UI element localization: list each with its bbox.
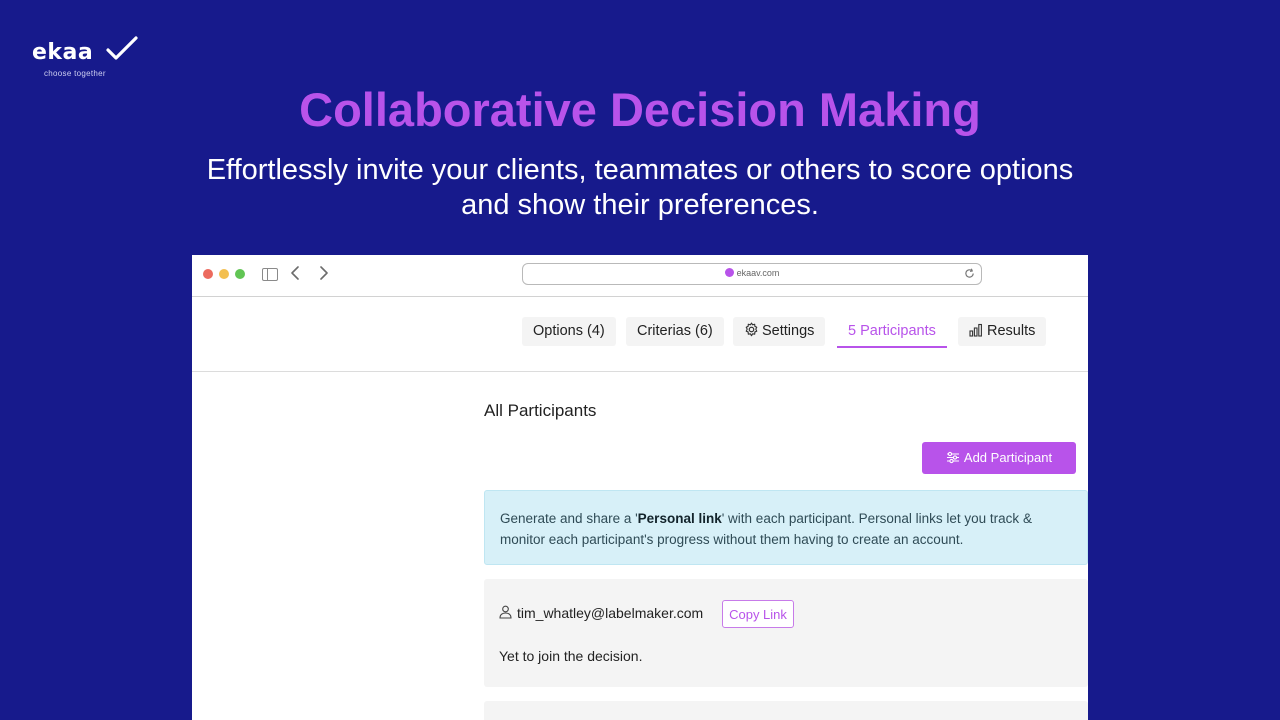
- hero-subtitle: Effortlessly invite your clients, teamma…: [206, 154, 1074, 221]
- participant-card: [484, 701, 1088, 720]
- tab-label: Options (4): [533, 323, 605, 339]
- info-text-start: Generate and share a ': [500, 511, 638, 526]
- decision-tabs: Options (4) Criterias (6) Settings 5 Par…: [192, 298, 1088, 372]
- gear-icon: [745, 322, 758, 337]
- tab-label: Settings: [762, 323, 815, 339]
- address-bar[interactable]: ekaav.com: [522, 263, 982, 285]
- tab-options[interactable]: Options (4): [522, 317, 616, 346]
- tab-participants[interactable]: 5 Participants: [837, 317, 947, 348]
- tab-label: Results: [987, 323, 1036, 339]
- url-text: ekaav.com: [736, 268, 780, 278]
- logo-tagline: choose together: [44, 69, 106, 78]
- logo-wordmark: ekaa: [32, 40, 94, 65]
- tab-label: Criterias (6): [637, 323, 713, 339]
- forward-arrow-icon[interactable]: [319, 266, 329, 280]
- reload-icon[interactable]: [964, 268, 975, 279]
- tab-label: 5 Participants: [848, 323, 936, 339]
- minimize-window-dot[interactable]: [219, 269, 229, 279]
- sliders-icon: [946, 451, 959, 464]
- site-favicon-icon: [724, 268, 734, 277]
- participant-status: Yet to join the decision.: [499, 648, 643, 664]
- info-text-bold: Personal link: [637, 511, 722, 526]
- browser-window: ekaav.com Options (4) Criterias (6) Sett…: [192, 255, 1088, 720]
- ekaa-logo: ekaa choose together: [32, 36, 142, 80]
- tab-criterias[interactable]: Criterias (6): [626, 317, 724, 346]
- page-title: All Participants: [484, 401, 597, 420]
- add-participant-label: Add Participant: [963, 450, 1053, 465]
- back-arrow-icon[interactable]: [290, 266, 300, 280]
- add-participant-button[interactable]: Add Participant: [922, 442, 1076, 474]
- close-window-dot[interactable]: [203, 269, 213, 279]
- sidebar-toggle-icon[interactable]: [262, 268, 278, 281]
- participant-card: tim_whatley@labelmaker.com Copy Link Yet…: [484, 579, 1088, 687]
- user-icon: [499, 605, 512, 619]
- url-display: ekaav.com: [523, 268, 981, 278]
- personal-link-info-alert: Generate and share a 'Personal link' wit…: [484, 490, 1088, 565]
- checkmark-icon: [106, 36, 138, 60]
- bar-chart-icon: [969, 323, 982, 337]
- tab-settings[interactable]: Settings: [733, 317, 826, 346]
- participant-email: tim_whatley@labelmaker.com: [517, 605, 704, 621]
- maximize-window-dot[interactable]: [235, 269, 245, 279]
- browser-toolbar: ekaav.com: [192, 255, 1088, 297]
- hero-title: Collaborative Decision Making: [299, 83, 981, 136]
- tab-results[interactable]: Results: [958, 317, 1047, 346]
- copy-link-button[interactable]: Copy Link: [722, 600, 794, 628]
